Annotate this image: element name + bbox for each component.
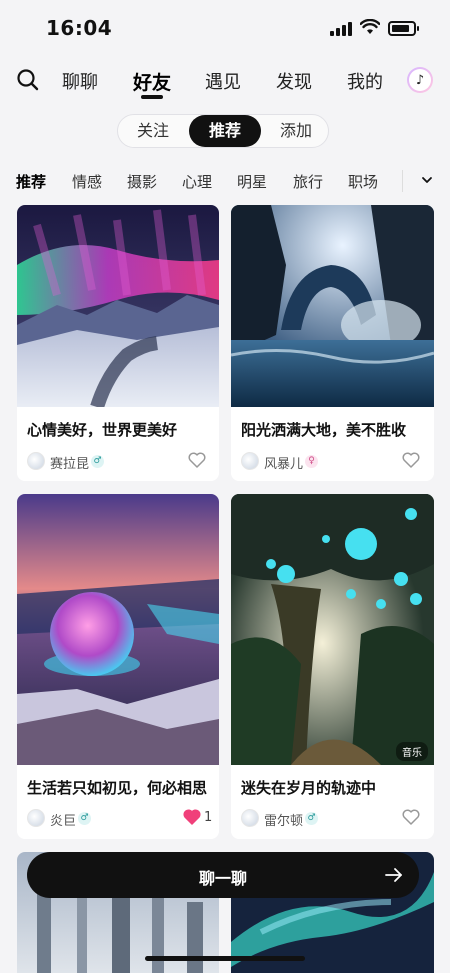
author-name[interactable]: 炎巨	[50, 810, 76, 829]
avatar[interactable]	[27, 809, 45, 827]
category-divider	[402, 170, 403, 192]
heart-icon[interactable]	[188, 452, 206, 468]
category-travel[interactable]: 旅行	[293, 171, 323, 192]
category-emotion[interactable]: 情感	[72, 171, 102, 192]
chevron-down-icon[interactable]	[420, 173, 434, 187]
signal-icon	[330, 22, 352, 36]
category-photography[interactable]: 摄影	[127, 171, 157, 192]
category-celebrity[interactable]: 明星	[237, 171, 267, 192]
wifi-icon	[360, 19, 380, 34]
segment-add[interactable]: 添加	[262, 115, 330, 147]
heart-icon-liked[interactable]	[183, 809, 201, 825]
status-time: 16:04	[46, 16, 113, 40]
category-recommend[interactable]: 推荐	[16, 171, 46, 192]
like-count: 1	[204, 810, 213, 825]
category-row: 推荐 情感 摄影 心理 明星 旅行 职场	[0, 162, 450, 198]
post-title: 生活若只如初见，何必相思	[27, 779, 208, 797]
music-icon[interactable]: ♪	[407, 67, 433, 93]
gender-badge: ♂	[78, 812, 91, 825]
author-name[interactable]: 雷尔顿	[264, 810, 303, 829]
chat-button-label: 聊一聊	[198, 869, 247, 888]
post-title: 心情美好，世界更美好	[27, 421, 178, 439]
post-image-forest[interactable]	[231, 494, 434, 765]
tab-mine[interactable]: 我的	[347, 68, 383, 94]
post-image-sphere[interactable]	[17, 494, 219, 765]
author-name[interactable]: 赛拉昆	[50, 453, 89, 472]
post-card[interactable]: 生活若只如初见，何必相思 炎巨 ♂ 1	[17, 494, 219, 839]
post-card[interactable]: 音乐 迷失在岁月的轨迹中 雷尔顿 ♂	[231, 494, 434, 839]
segment-control: 关注 推荐 添加	[117, 114, 329, 148]
heart-icon[interactable]	[402, 452, 420, 468]
home-indicator	[145, 956, 305, 961]
heart-icon[interactable]	[402, 809, 420, 825]
gender-badge: ♂	[91, 455, 104, 468]
arrow-right-icon	[385, 868, 402, 882]
status-bar: 16:04	[0, 0, 450, 58]
avatar[interactable]	[241, 809, 259, 827]
music-tag: 音乐	[396, 742, 428, 761]
category-psychology[interactable]: 心理	[182, 171, 212, 192]
segment-follow[interactable]: 关注	[118, 115, 188, 147]
avatar[interactable]	[241, 452, 259, 470]
post-card[interactable]: 阳光洒满大地，美不胜收 风暴儿 ♀	[231, 205, 434, 481]
post-card[interactable]: 心情美好，世界更美好 赛拉昆 ♂	[17, 205, 219, 481]
post-title: 迷失在岁月的轨迹中	[241, 779, 377, 797]
top-nav: 聊聊 好友 遇见 发现 我的	[0, 60, 450, 100]
category-workplace[interactable]: 职场	[348, 171, 378, 192]
tab-chat[interactable]: 聊聊	[62, 68, 98, 94]
segment-recommend[interactable]: 推荐	[189, 115, 261, 147]
post-image-sea-arch[interactable]	[231, 205, 434, 407]
search-icon[interactable]	[16, 68, 40, 92]
tab-friends[interactable]: 好友	[133, 68, 171, 95]
post-image-aurora[interactable]	[17, 205, 219, 407]
gender-badge: ♀	[305, 455, 318, 468]
post-title: 阳光洒满大地，美不胜收	[241, 421, 407, 439]
active-tab-indicator	[141, 95, 163, 99]
battery-icon	[388, 21, 419, 36]
gender-badge: ♂	[305, 812, 318, 825]
avatar[interactable]	[27, 452, 45, 470]
tab-meet[interactable]: 遇见	[205, 68, 241, 94]
author-name[interactable]: 风暴儿	[264, 453, 303, 472]
tab-discover[interactable]: 发现	[276, 68, 312, 94]
chat-button[interactable]: 聊一聊	[27, 852, 419, 898]
